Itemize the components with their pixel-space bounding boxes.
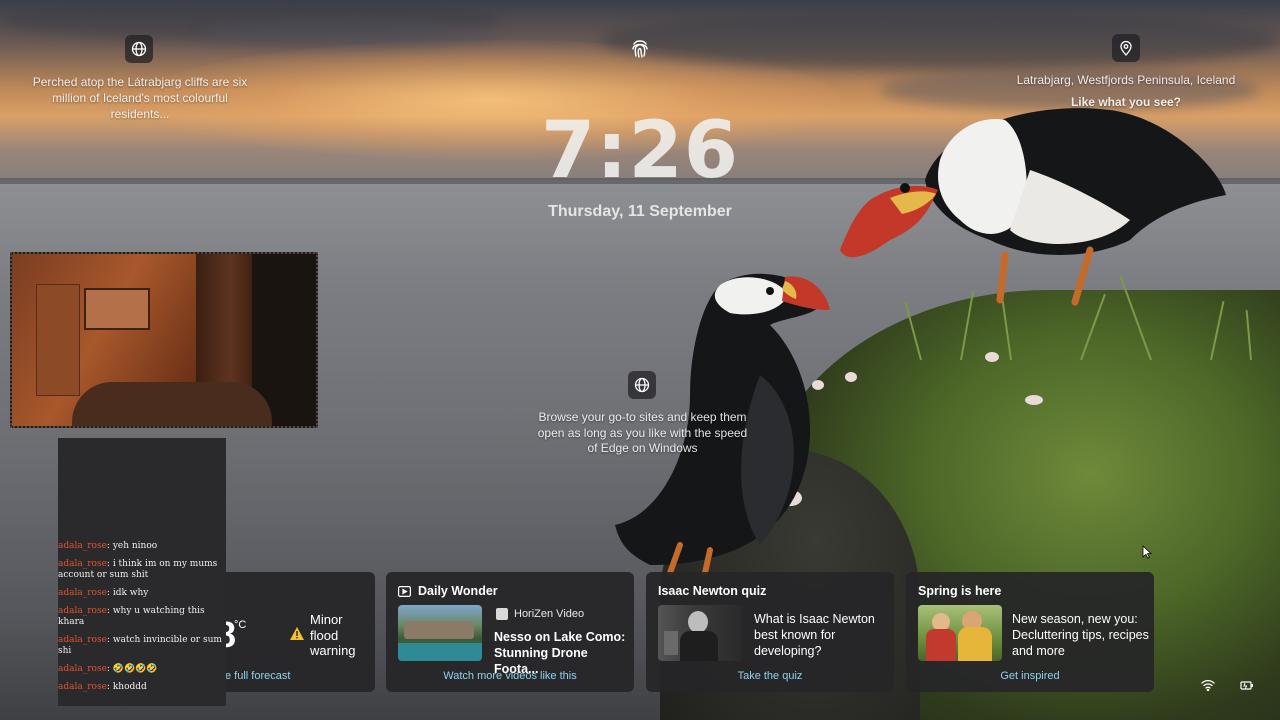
location-button[interactable] [1112, 34, 1140, 62]
chat-message: adala_rose: idk why [58, 588, 149, 598]
lock-screen-date: Thursday, 11 September [548, 203, 732, 220]
get-inspired-link[interactable]: Get inspired [906, 670, 1154, 682]
video-source: HoriZen Video [514, 608, 585, 620]
weather-card[interactable]: 8 °C Minor flood warning e full forecast [200, 572, 375, 692]
wifi-icon [1201, 679, 1215, 691]
chat-message: adala_rose: why u watching this khara [58, 606, 205, 627]
quiz-thumbnail[interactable] [658, 605, 742, 661]
edge-promo-text[interactable]: Browse your go-to sites and keep them op… [535, 410, 750, 457]
image-description[interactable]: Perched atop the Látrabjarg cliffs are s… [20, 74, 260, 122]
chat-username: adala_rose [58, 606, 107, 616]
chat-message: adala_rose: watch invincible or sum shi [58, 635, 222, 656]
source-logo-icon [496, 608, 508, 620]
video-thumbnail[interactable] [398, 605, 482, 661]
chat-text: 🤣🤣🤣🤣 [112, 664, 158, 674]
card-title: Spring is here [918, 584, 1002, 598]
chat-message: adala_rose: 🤣🤣🤣🤣 [58, 664, 158, 674]
daily-wonder-card[interactable]: Daily Wonder HoriZen Video Nesso on Lake… [386, 572, 634, 692]
wifi-status[interactable] [1199, 676, 1217, 694]
card-title: Daily Wonder [418, 584, 498, 598]
quiz-question: What is Isaac Newton best known for deve… [754, 612, 875, 658]
take-quiz-link[interactable]: Take the quiz [646, 670, 894, 682]
battery-status[interactable] [1238, 676, 1256, 694]
card-title: Isaac Newton quiz [658, 584, 767, 598]
webcam-overlay [10, 252, 318, 428]
globe-icon [131, 41, 147, 57]
warning-icon [290, 627, 304, 645]
chat-username: adala_rose [58, 559, 107, 569]
chat-message: adala_rose: i think im on my mums accoun… [58, 559, 218, 580]
full-forecast-link[interactable]: e full forecast [225, 670, 290, 682]
sign-in-fingerprint[interactable] [630, 38, 650, 60]
lock-screen-time: 7:26 [540, 106, 739, 196]
location-pin-icon [1120, 40, 1132, 56]
chat-username: adala_rose [58, 588, 107, 598]
video-icon [398, 584, 412, 602]
chat-overlay: adala_rose: yeh ninoo adala_rose: i think… [58, 438, 226, 706]
chat-username: adala_rose [58, 664, 107, 674]
chat-message: adala_rose: yeh ninoo [58, 541, 158, 551]
chat-text: idk why [112, 588, 149, 598]
globe-icon [634, 377, 650, 393]
edge-promo-button[interactable] [628, 371, 656, 399]
spring-card[interactable]: Spring is here New season, new you: Decl… [906, 572, 1154, 692]
weather-warning: Minor flood warning [310, 612, 356, 658]
spring-thumbnail[interactable] [918, 605, 1002, 661]
image-info-button[interactable] [125, 35, 153, 63]
watch-more-videos-link[interactable]: Watch more videos like this [386, 670, 634, 682]
chat-username: adala_rose [58, 635, 107, 645]
chat-message-list: adala_rose: yeh ninoo adala_rose: i think… [58, 541, 226, 700]
temperature-unit: °C [234, 619, 247, 631]
chat-username: adala_rose [58, 541, 107, 551]
spring-description: New season, new you: Decluttering tips, … [1012, 612, 1149, 658]
like-what-you-see-link[interactable]: Like what you see? [1050, 94, 1202, 110]
fingerprint-icon [632, 40, 648, 58]
battery-icon [1240, 681, 1253, 690]
newton-quiz-card[interactable]: Isaac Newton quiz What is Isaac Newton b… [646, 572, 894, 692]
chat-text: khoddd [112, 682, 147, 692]
chat-message: adala_rose: khoddd [58, 682, 147, 692]
chat-username: adala_rose [58, 682, 107, 692]
mouse-cursor-icon [1142, 545, 1152, 559]
location-text[interactable]: Latrabjarg, Westfjords Peninsula, Icelan… [1000, 72, 1252, 88]
chat-text: yeh ninoo [112, 541, 158, 551]
